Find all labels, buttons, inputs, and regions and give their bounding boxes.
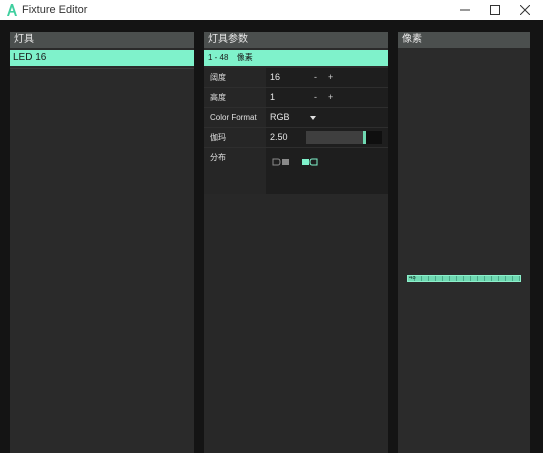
close-icon xyxy=(520,5,530,15)
width-label: 阔度 xyxy=(204,68,266,87)
gamma-slider-fill xyxy=(306,131,363,144)
pixel-cell[interactable] xyxy=(436,276,443,281)
gamma-slider[interactable] xyxy=(306,131,382,144)
color-format-select[interactable]: RGB xyxy=(270,108,290,127)
pixel-range-row[interactable]: 1 - 48 像素 xyxy=(204,50,388,66)
pixel-cell[interactable] xyxy=(450,276,457,281)
params-panel-body xyxy=(204,194,388,453)
param-row-distribution: 分布 xyxy=(204,148,388,194)
snake-distribution-icon[interactable] xyxy=(301,158,319,166)
param-row-height: 高度 1 - + xyxy=(204,88,388,108)
height-increment-button[interactable]: + xyxy=(328,88,333,107)
pixels-panel-header: 像素 xyxy=(398,32,530,48)
pixel-range: 1 - 48 xyxy=(208,53,229,62)
linear-distribution-icon[interactable] xyxy=(272,158,290,166)
pixel-cell[interactable] xyxy=(485,276,492,281)
param-row-gamma: 伽玛 2.50 xyxy=(204,128,388,148)
pixel-cell[interactable] xyxy=(492,276,499,281)
pixel-cell[interactable] xyxy=(471,276,478,281)
pixel-cell[interactable] xyxy=(443,276,450,281)
fixture-list-item[interactable]: LED 16 xyxy=(10,50,194,66)
pixel-cell[interactable] xyxy=(506,276,513,281)
param-row-width: 阔度 16 - + xyxy=(204,68,388,88)
params-panel-header: 灯具参数 xyxy=(204,32,388,48)
pixel-cell[interactable] xyxy=(422,276,429,281)
minimize-button[interactable] xyxy=(450,0,480,20)
pixel-cell[interactable] xyxy=(429,276,436,281)
chevron-down-icon[interactable] xyxy=(310,116,316,120)
pixel-cell[interactable] xyxy=(415,276,422,281)
app-logo-icon xyxy=(7,4,17,16)
fixtures-panel-header: 灯具 xyxy=(10,32,194,48)
fixture-params-panel: 灯具参数 1 - 48 像素 阔度 16 - + 高度 1 - + Color … xyxy=(204,32,388,453)
divider xyxy=(10,68,194,69)
maximize-icon xyxy=(490,5,500,15)
gamma-value[interactable]: 2.50 xyxy=(270,128,288,147)
window-title: Fixture Editor xyxy=(22,4,88,16)
pixel-cell[interactable] xyxy=(464,276,471,281)
height-value[interactable]: 1 xyxy=(270,88,275,107)
pixel-cell[interactable] xyxy=(457,276,464,281)
height-label: 高度 xyxy=(204,88,266,107)
pixel-cell[interactable] xyxy=(513,276,520,281)
fixtures-panel: 灯具 LED 16 xyxy=(10,32,194,453)
height-decrement-button[interactable]: - xyxy=(314,88,317,107)
params-table: 阔度 16 - + 高度 1 - + Color Format RGB 伽玛 2… xyxy=(204,68,388,194)
width-increment-button[interactable]: + xyxy=(328,68,333,87)
param-row-color-format: Color Format RGB xyxy=(204,108,388,128)
distribution-label: 分布 xyxy=(204,148,266,194)
close-button[interactable] xyxy=(510,0,540,20)
pixel-canvas[interactable]: 48 xyxy=(398,50,530,453)
pixel-strip[interactable]: 48 xyxy=(407,275,521,282)
gamma-slider-track-rest xyxy=(366,131,382,144)
width-decrement-button[interactable]: - xyxy=(314,68,317,87)
title-bar: Fixture Editor xyxy=(0,0,543,20)
pixel-cell[interactable] xyxy=(478,276,485,281)
minimize-icon xyxy=(460,9,470,11)
pixels-panel: 像素 48 xyxy=(398,32,530,453)
pixel-strip-label: 48 xyxy=(409,275,416,281)
pixel-range-unit: 像素 xyxy=(236,53,253,62)
color-format-label: Color Format xyxy=(204,108,266,127)
gamma-label: 伽玛 xyxy=(204,128,266,147)
width-value[interactable]: 16 xyxy=(270,68,280,87)
maximize-button[interactable] xyxy=(480,0,510,20)
pixel-cell[interactable] xyxy=(499,276,506,281)
